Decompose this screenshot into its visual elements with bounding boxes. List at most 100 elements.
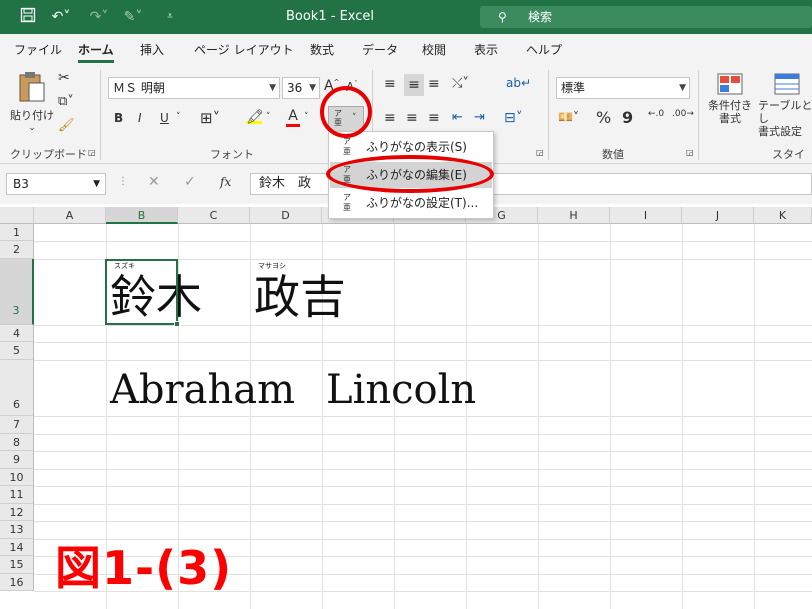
figure-label: 図1-(3) (55, 541, 233, 595)
menu-item-phonetic-settings[interactable]: ア亜 ふりがなの設定(T)... (330, 190, 492, 216)
tab-review[interactable]: 校閲 (422, 41, 446, 58)
row-header-15[interactable]: 15 (0, 556, 34, 574)
row-header-14[interactable]: 14 (0, 539, 34, 556)
increase-decimal-label: .0 (655, 109, 665, 119)
row-header-12[interactable]: 12 (0, 504, 34, 521)
column-header-b[interactable]: B (106, 207, 178, 224)
align-left-icon[interactable]: ≡ (384, 110, 396, 126)
increase-decimal-button[interactable]: ←.0 (648, 110, 664, 119)
column-header-d[interactable]: D (250, 207, 322, 224)
increase-indent-icon[interactable]: ⇥ (474, 110, 485, 125)
row-header-13[interactable]: 13 (0, 521, 34, 539)
font-name-select[interactable]: ＭＳ 明朝 ▼ (108, 77, 280, 99)
chevron-down-icon[interactable]: ˅ (176, 112, 181, 122)
comma-button[interactable]: 9 (622, 108, 633, 127)
align-center-icon[interactable]: ≡ (406, 110, 418, 126)
tab-data[interactable]: データ (362, 41, 398, 58)
fill-handle[interactable] (174, 321, 180, 327)
currency-icon[interactable]: 💴˅ (558, 110, 579, 124)
tab-home[interactable]: ホーム (78, 41, 114, 58)
percent-button[interactable]: % (596, 108, 611, 127)
title-bar: ↶˅ ↷˅ ✎˅ ⩡ Book1 - Excel ⚲ 検索 (0, 0, 812, 34)
name-box[interactable]: B3 ▼ (6, 173, 106, 195)
conditional-format-button[interactable]: 条件付き 書式 (704, 72, 756, 125)
align-right-icon[interactable]: ≡ (428, 110, 440, 126)
tab-file[interactable]: ファイル (14, 41, 62, 58)
format-painter-icon[interactable]: 🖌 (58, 118, 75, 133)
fill-color-icon[interactable]: 🖍 (246, 109, 264, 125)
column-header-i[interactable]: I (610, 207, 682, 224)
cell-d3[interactable]: 政吉 (254, 271, 346, 323)
align-bottom-icon[interactable]: ≡ (428, 76, 440, 92)
decrease-indent-icon[interactable]: ⇤ (452, 110, 463, 125)
bold-button[interactable]: B (114, 111, 123, 125)
tab-insert[interactable]: 挿入 (140, 41, 164, 58)
row-header-4[interactable]: 4 (0, 325, 34, 342)
chevron-down-icon[interactable]: ˅ (266, 112, 271, 122)
dialog-launcher-icon[interactable]: ◲ (686, 148, 694, 157)
row-header-11[interactable]: 11 (0, 486, 34, 504)
paste-button[interactable]: 貼り付け ⌄ (10, 70, 54, 134)
tab-help[interactable]: ヘルプ (526, 41, 562, 58)
insert-function-button[interactable]: fx (220, 175, 231, 189)
chevron-down-icon: ▼ (93, 179, 100, 189)
align-middle-icon[interactable]: ≡ (404, 74, 424, 96)
active-tab-indicator (78, 60, 114, 63)
chevron-down-icon[interactable]: ˅ (304, 112, 309, 122)
dialog-launcher-icon[interactable]: ◲ (88, 148, 96, 157)
cell-e6[interactable]: Lincoln (326, 367, 476, 413)
phonetic-show-icon: ア亜 (343, 137, 351, 156)
cancel-icon[interactable]: ✕ (148, 174, 160, 190)
italic-button[interactable]: I (138, 111, 142, 125)
font-size-select[interactable]: 36 ▼ (282, 77, 320, 99)
number-format-select[interactable]: 標準 ▼ (556, 77, 690, 99)
column-header-j[interactable]: J (682, 207, 754, 224)
chevron-down-icon: ▼ (309, 83, 316, 93)
number-format-value: 標準 (561, 81, 586, 95)
tab-view[interactable]: 表示 (474, 41, 498, 58)
merge-center-icon[interactable]: ⊟˅ (504, 110, 523, 126)
gridline (34, 451, 812, 452)
column-header-c[interactable]: C (178, 207, 250, 224)
search-box[interactable]: ⚲ 検索 (480, 6, 812, 28)
row-header-9[interactable]: 9 (0, 451, 34, 469)
copy-icon[interactable]: ⧉˅ (58, 94, 74, 109)
row-header-8[interactable]: 8 (0, 434, 34, 451)
menu-item-label: ふりがなの表示(S) (366, 140, 467, 154)
annotation-ellipse (326, 155, 494, 193)
row-header-5[interactable]: 5 (0, 342, 34, 360)
dialog-launcher-icon[interactable]: ◲ (536, 148, 544, 157)
column-header-k[interactable]: K (754, 207, 812, 224)
format-as-table-button[interactable]: テーブルとし 書式設定 (758, 72, 812, 138)
conditional-format-icon (717, 73, 743, 95)
worksheet-grid[interactable]: A B C D E F G H I J K 1 2 3 4 5 6 7 8 9 … (0, 207, 812, 609)
column-header-a[interactable]: A (34, 207, 106, 224)
conditional-format-label: 条件付き 書式 (708, 99, 752, 125)
orientation-icon[interactable]: ⤯˅ (452, 76, 469, 91)
menu-item-label: ふりがなの設定(T)... (366, 196, 479, 210)
row-header-7[interactable]: 7 (0, 416, 34, 434)
wrap-text-icon[interactable]: ab↵ (506, 76, 531, 90)
borders-icon[interactable]: ⊞˅ (200, 109, 220, 127)
row-header-2[interactable]: 2 (0, 241, 34, 259)
search-label: 検索 (528, 10, 553, 24)
font-color-icon[interactable]: A (286, 108, 300, 127)
phonetic-settings-icon: ア亜 (343, 193, 351, 212)
tab-page-layout[interactable]: ページ レイアウト (194, 41, 294, 58)
select-all-corner[interactable] (0, 207, 34, 224)
enter-icon[interactable]: ✓ (184, 174, 196, 190)
decrease-decimal-button[interactable]: .00→ (672, 110, 694, 119)
cell-b6[interactable]: Abraham (110, 367, 295, 413)
tab-formulas[interactable]: 数式 (310, 41, 334, 58)
column-header-h[interactable]: H (538, 207, 610, 224)
underline-button[interactable]: U (160, 111, 169, 125)
row-header-3[interactable]: 3 (0, 259, 34, 325)
row-header-16[interactable]: 16 (0, 574, 34, 591)
divider (548, 70, 549, 160)
cut-icon[interactable]: ✂ (58, 70, 70, 86)
row-header-1[interactable]: 1 (0, 224, 34, 241)
align-top-icon[interactable]: ≡ (384, 76, 396, 92)
row-header-10[interactable]: 10 (0, 469, 34, 486)
formula-content: 鈴木 政 (259, 176, 312, 191)
row-header-6[interactable]: 6 (0, 360, 34, 416)
